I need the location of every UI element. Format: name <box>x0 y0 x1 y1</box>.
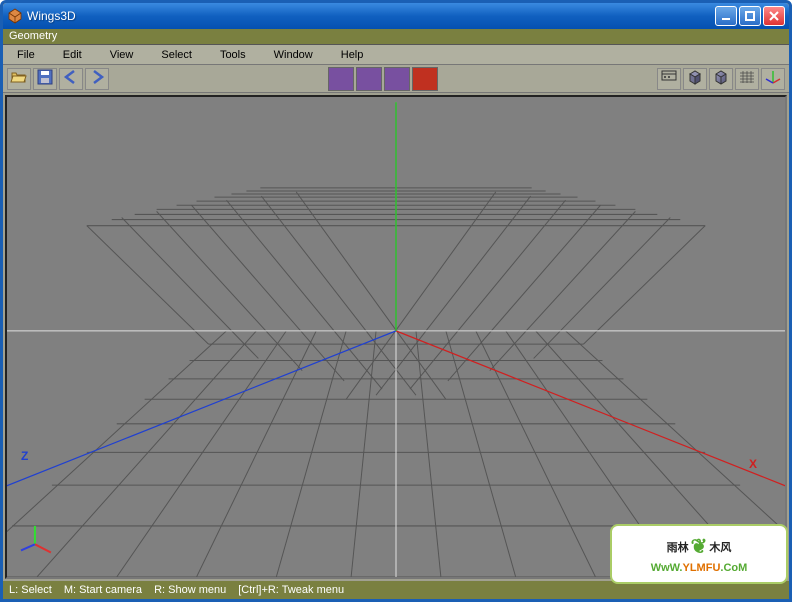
titlebar[interactable]: Wings3D <box>3 3 789 29</box>
menu-help[interactable]: Help <box>327 47 378 63</box>
save-button[interactable] <box>33 68 57 90</box>
menubar: File Edit View Select Tools Window Help <box>3 45 789 65</box>
flat-shade-button[interactable] <box>683 68 707 90</box>
axes-button[interactable] <box>761 68 785 90</box>
grid-icon <box>738 68 756 89</box>
workmode-button[interactable] <box>657 68 681 90</box>
minimize-button[interactable] <box>715 6 737 26</box>
undo-button[interactable] <box>59 68 83 90</box>
floppy-disk-icon <box>36 68 54 89</box>
axes-icon <box>764 68 782 89</box>
viewport[interactable]: X Z <box>5 95 787 579</box>
vertex-select-button[interactable] <box>328 67 354 91</box>
arrow-left-icon <box>62 68 80 89</box>
app-icon <box>7 8 23 24</box>
window-buttons <box>715 6 785 26</box>
cube-flat-icon <box>686 68 704 89</box>
3d-grid-icon <box>7 97 785 577</box>
selection-mode-group <box>328 67 438 91</box>
ground-plane-button[interactable] <box>735 68 759 90</box>
menu-window[interactable]: Window <box>260 47 327 63</box>
open-button[interactable] <box>7 68 31 90</box>
edge-select-button[interactable] <box>356 67 382 91</box>
status-r: R: Show menu <box>154 584 226 596</box>
smooth-shade-button[interactable] <box>709 68 733 90</box>
app-window: Wings3D Geometry File Edit View Select T… <box>0 0 792 602</box>
window-title: Wings3D <box>27 9 715 23</box>
body-select-button[interactable] <box>412 67 438 91</box>
maximize-button[interactable] <box>739 6 761 26</box>
status-m: M: Start camera <box>64 584 142 596</box>
display-icon <box>660 68 678 89</box>
arrow-right-icon <box>88 68 106 89</box>
status-l: L: Select <box>9 584 52 596</box>
menu-tools[interactable]: Tools <box>206 47 260 63</box>
close-button[interactable] <box>763 6 785 26</box>
menu-select[interactable]: Select <box>147 47 206 63</box>
geometry-label: Geometry <box>3 29 789 45</box>
toolbar <box>3 65 789 93</box>
statusbar: L: Select M: Start camera R: Show menu [… <box>3 581 789 599</box>
menu-file[interactable]: File <box>3 47 49 63</box>
cube-smooth-icon <box>712 68 730 89</box>
redo-button[interactable] <box>85 68 109 90</box>
face-select-button[interactable] <box>384 67 410 91</box>
folder-open-icon <box>10 68 28 89</box>
menu-edit[interactable]: Edit <box>49 47 96 63</box>
menu-view[interactable]: View <box>96 47 148 63</box>
status-ctrl-r: [Ctrl]+R: Tweak menu <box>238 584 344 596</box>
